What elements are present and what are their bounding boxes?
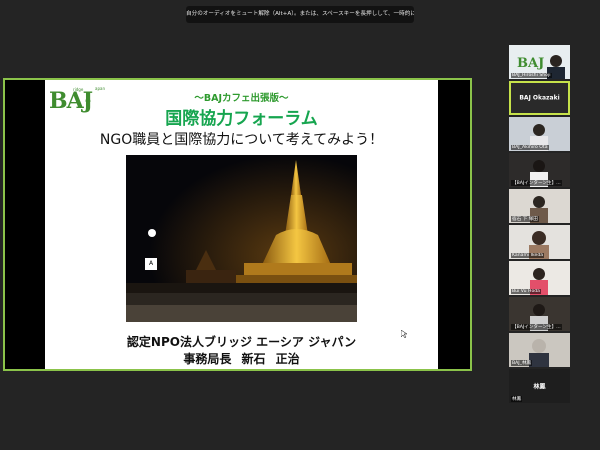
participant-tile[interactable]: BAJ_林鳳 xyxy=(509,333,570,367)
participant-name: Bui Vu Hoda xyxy=(511,289,541,294)
participant-name: 宿石 下 塚田 xyxy=(511,216,539,222)
slide-question: NGO職員と国際協力について考えてみよう！ xyxy=(99,132,384,148)
participant-name: Kanami Ikeda xyxy=(511,253,545,258)
participant-tile-active-speaker[interactable]: BAJ Okazaki xyxy=(509,81,570,115)
organization-name: 認定NPO法人ブリッジ エーシア ジャパン xyxy=(126,335,357,349)
participant-name: 【BAJインターン生】… xyxy=(511,324,562,330)
participant-display-name: 林鳳 xyxy=(533,383,546,391)
presenter-name: 事務局長 新石 正治 xyxy=(183,352,300,366)
presentation-slide: BAJ ridge sia apan ～BAJカフェ出張版～ 国際協力フォーラム… xyxy=(45,80,438,369)
participant-tile[interactable]: 【BAJインターン生】… xyxy=(509,153,570,187)
participant-name: BAJ Okazaki xyxy=(519,94,560,102)
svg-text:BAJ: BAJ xyxy=(517,56,544,71)
participant-name: BAJ_Hiroshi Shoji xyxy=(511,73,552,78)
participant-tile[interactable]: 【BAJインターン生】… xyxy=(509,297,570,331)
participant-name: BAJ_林鳳 xyxy=(511,360,533,366)
slide-subtitle: ～BAJカフェ出張版～ xyxy=(194,93,289,104)
participant-name: 林鳳 xyxy=(511,396,523,402)
participant-tile[interactable]: BAJ_Akihiro Ota xyxy=(509,117,570,151)
unmute-notice: 自分のオーディオをミュート解除（Alt+A）。または、スペースキーを長押しして、… xyxy=(186,6,414,23)
participant-tile[interactable]: Bui Vu Hoda xyxy=(509,261,570,295)
participant-name: 【BAJインターン生】… xyxy=(511,180,562,186)
slide-title: 国際協力フォーラム xyxy=(165,109,318,129)
participant-tile[interactable]: BAJ BAJ_Hiroshi Shoji xyxy=(509,45,570,79)
shared-screen: BAJ ridge sia apan ～BAJカフェ出張版～ 国際協力フォーラム… xyxy=(3,78,472,371)
pagoda-photo xyxy=(126,155,357,322)
participant-name: BAJ_Akihiro Ota xyxy=(511,145,549,150)
participant-tile[interactable]: Kanami Ikeda xyxy=(509,225,570,259)
participant-tile[interactable]: 宿石 下 塚田 xyxy=(509,189,570,223)
mouse-cursor-icon xyxy=(401,330,407,338)
participant-tile[interactable]: 林鳳 林鳳 xyxy=(509,369,570,403)
photo-marker: A xyxy=(145,258,157,270)
